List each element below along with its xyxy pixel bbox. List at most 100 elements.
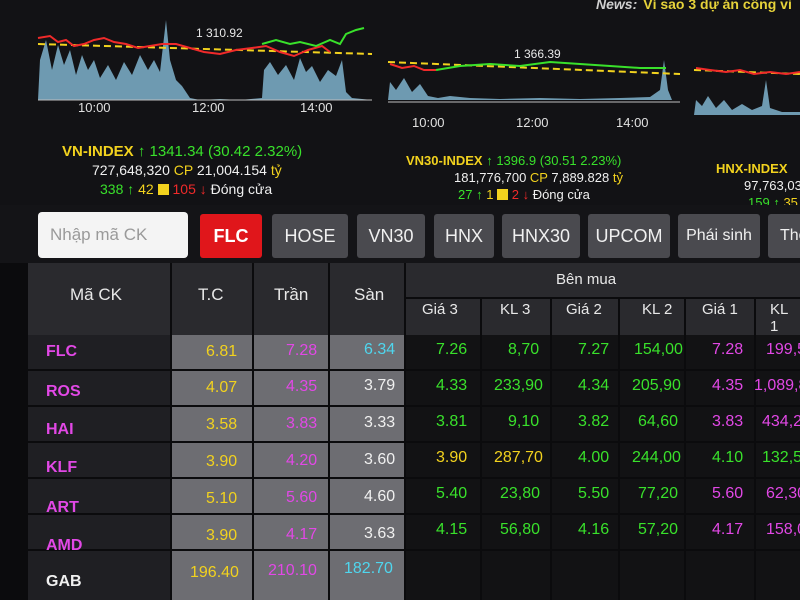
vn-index-headline: VN-INDEX ↑ 1341.34 (30.42 2.32%) [62, 142, 302, 161]
vn-index-amount-unit: tỷ [270, 162, 282, 178]
hnx-index-volume-area [694, 80, 800, 115]
header-reference[interactable]: T.C [198, 285, 224, 305]
vn30-index-panel[interactable]: 1 366.39 10:00 12:00 14:00 VN30-INDEX ↑ … [380, 0, 690, 205]
row-floor: 6.34 [364, 341, 396, 358]
vn30-index-declines: 2 [511, 187, 519, 202]
row-symbol[interactable]: ROS [46, 383, 81, 401]
row-buy-volume-1: 1,089,80 [754, 377, 800, 394]
up-arrow-icon: ↑ [773, 195, 780, 205]
row-floor: 182.70 [344, 560, 393, 577]
row-symbol[interactable]: GAB [46, 573, 82, 591]
tab-phai-sinh[interactable]: Phái sinh [678, 214, 760, 258]
tab-hnx30[interactable]: HNX30 [502, 214, 580, 258]
vn30-index-cp-label: CP [529, 170, 548, 185]
vn30-index-breadth-row: 27 ↑ 1 2 ↓ Đóng cửa [406, 186, 623, 203]
buy-columns-bg [406, 335, 800, 600]
hnx-index-name: HNX-INDEX [716, 161, 788, 176]
header-buy-volume-2[interactable]: KL 2 [642, 301, 672, 318]
vn30-index-volume-area [388, 60, 672, 100]
header-floor[interactable]: Sàn [354, 285, 384, 305]
row-buy-price-1[interactable]: 4.17 [712, 521, 743, 539]
hnx-index-panel[interactable]: HNX-INDEX 97,763,03 159 ↑ 35 [690, 0, 800, 205]
row-buy-volume-3: 233,90 [494, 377, 543, 394]
row-reference: 196.40 [190, 564, 239, 581]
header-buy-price-1[interactable]: Giá 1 [702, 301, 738, 318]
header-ceiling[interactable]: Trần [274, 285, 308, 305]
row-buy-volume-1: 62,30 [766, 485, 800, 502]
row-buy-price-3[interactable]: 7.26 [436, 341, 467, 359]
row-buy-volume-3: 23,80 [500, 485, 541, 502]
row-buy-volume-1: 132,50 [762, 449, 800, 466]
row-buy-volume-3: 8,70 [508, 341, 540, 358]
row-buy-price-3[interactable]: 4.15 [436, 521, 467, 539]
row-buy-price-3[interactable]: 4.33 [436, 377, 467, 395]
vn-index-cp-label: CP [173, 162, 193, 178]
unchanged-square-icon [497, 189, 509, 200]
vn30-index-volume-row: 181,776,700 CP 7,889.828 tỷ [406, 169, 623, 186]
tab-flc[interactable]: FLC [200, 214, 262, 258]
vn30-index-volume: 181,776,700 [454, 170, 527, 185]
header-buy-side: Bên mua [556, 271, 617, 288]
row-buy-price-2[interactable]: 4.16 [578, 521, 609, 539]
header-buy-price-2[interactable]: Giá 2 [566, 301, 602, 318]
row-symbol[interactable]: AMD [46, 537, 82, 555]
time-tick: 14:00 [616, 115, 649, 130]
vn-index-status: Đóng cửa [210, 181, 273, 197]
row-buy-volume-2: 77,20 [638, 485, 679, 502]
vn-index-summary: VN-INDEX ↑ 1341.34 (30.42 2.32%) 727,648… [62, 142, 302, 199]
time-tick: 12:00 [192, 100, 225, 115]
row-reference: 3.90 [206, 453, 238, 470]
row-buy-price-1[interactable]: 3.83 [712, 413, 743, 431]
vn-index-panel[interactable]: 1 310.92 10:00 12:00 14:00 VN-INDEX ↑ 13… [0, 0, 380, 205]
row-floor: 3.60 [364, 451, 396, 468]
row-buy-price-3[interactable]: 3.90 [436, 449, 467, 467]
row-buy-price-1[interactable]: 5.60 [712, 485, 743, 503]
row-buy-volume-3: 287,70 [494, 449, 543, 466]
vn-index-time-axis: 10:00 12:00 14:00 [0, 100, 380, 120]
time-tick: 10:00 [78, 100, 111, 115]
header-buy-price-3[interactable]: Giá 3 [422, 301, 458, 318]
vn30-index-unchanged: 1 [486, 187, 494, 202]
row-reference: 3.90 [206, 527, 238, 544]
tab-hnx[interactable]: HNX [434, 214, 494, 258]
header-symbol[interactable]: Mã CK [70, 285, 122, 305]
down-arrow-icon: ↓ [199, 181, 207, 197]
hnx-index-unchanged: 35 [783, 195, 798, 205]
row-symbol[interactable]: HAI [46, 421, 74, 439]
header-buy-volume-1[interactable]: KL 1 [770, 301, 800, 335]
row-symbol[interactable]: ART [46, 499, 79, 517]
vn-index-breadth-row: 338 ↑ 42 105 ↓ Đóng cửa [62, 180, 302, 199]
row-buy-price-3[interactable]: 3.81 [436, 413, 467, 431]
row-buy-price-2[interactable]: 3.82 [578, 413, 609, 431]
header-buy-volume-3[interactable]: KL 3 [500, 301, 530, 318]
row-buy-price-1[interactable]: 4.35 [712, 377, 743, 395]
row-floor: 3.63 [364, 525, 396, 542]
row-buy-price-1[interactable]: 7.28 [712, 341, 743, 359]
row-buy-price-3[interactable]: 5.40 [436, 485, 467, 503]
row-symbol[interactable]: KLF [46, 459, 77, 477]
vn30-index-change: (30.51 2.23%) [539, 153, 622, 168]
row-buy-price-1[interactable]: 4.10 [712, 449, 743, 467]
vn-index-value: 1341.34 [149, 143, 204, 160]
vn-index-change: (30.42 2.32%) [207, 143, 303, 160]
row-symbol[interactable]: FLC [46, 343, 77, 361]
row-buy-volume-2: 154,00 [634, 341, 683, 358]
row-buy-price-2[interactable]: 5.50 [578, 485, 609, 503]
vn30-index-peak-label: 1 366.39 [514, 47, 561, 61]
stock-search-input[interactable] [38, 212, 188, 258]
row-ceiling: 4.20 [286, 452, 318, 469]
vn30-index-advances: 27 [458, 187, 473, 202]
vn30-index-amount: 7,889.828 [551, 170, 610, 185]
row-buy-price-2[interactable]: 4.34 [578, 377, 609, 395]
tab-vn30[interactable]: VN30 [357, 214, 425, 258]
hnx-index-headline: HNX-INDEX [716, 160, 800, 177]
row-buy-volume-2: 244,00 [632, 449, 681, 466]
row-buy-price-2[interactable]: 4.00 [578, 449, 609, 467]
tab-hose[interactable]: HOSE [272, 214, 348, 258]
vn-index-declines: 105 [172, 181, 196, 197]
tab-upcom[interactable]: UPCOM [588, 214, 670, 258]
vn-index-chart [37, 20, 373, 101]
tab-more[interactable]: Thỏ [768, 214, 800, 258]
row-buy-volume-2: 64,60 [638, 413, 679, 430]
row-buy-price-2[interactable]: 7.27 [578, 341, 609, 359]
